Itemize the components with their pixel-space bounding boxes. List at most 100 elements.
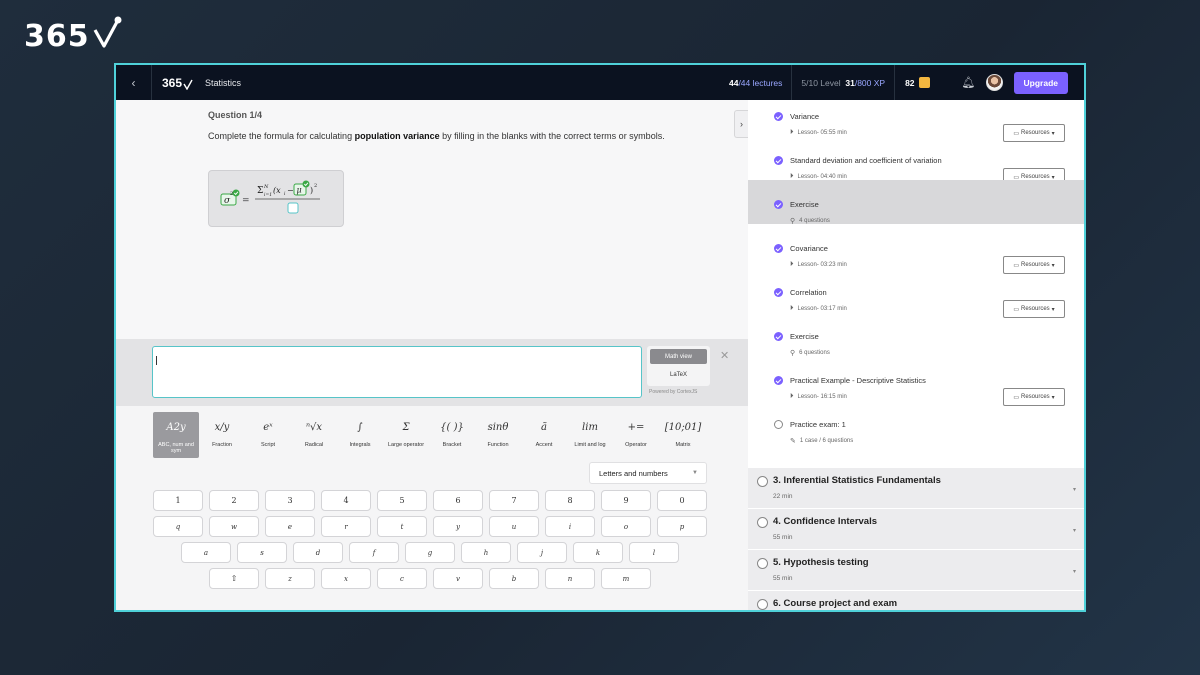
keyboard-key[interactable]: l (629, 542, 679, 563)
keyboard-key[interactable]: o (601, 516, 651, 537)
lesson-item[interactable]: Correlation ⏵ Lesson- 03:17 min ▭ Resources ▾ (748, 268, 1084, 318)
question-text-bold: population variance (354, 131, 440, 141)
keyboard-key[interactable]: z (265, 568, 315, 589)
upgrade-button[interactable]: Upgrade (1013, 71, 1068, 94)
keyboard-key[interactable]: f (349, 542, 399, 563)
completed-check-icon (774, 332, 783, 341)
keyboard-key[interactable]: k (573, 542, 623, 563)
collapse-sidebar-button[interactable]: › (734, 110, 748, 138)
chevron-down-icon: ▾ (1073, 609, 1076, 610)
keyboard-category-5[interactable]: Σ Large operator (383, 412, 429, 458)
avatar[interactable] (985, 74, 1003, 91)
keyboard-mode-select[interactable]: Letters and numbers ▼ (589, 462, 707, 484)
question-text-before: Complete the formula for calculating (208, 131, 355, 141)
keyboard-key[interactable]: q (153, 516, 203, 537)
incomplete-circle-icon (757, 599, 768, 610)
keyboard-mode-value: Letters and numbers (599, 468, 668, 478)
keyboard-key[interactable]: 6 (433, 490, 483, 511)
keyboard-category-label: Large operator (387, 442, 425, 448)
keyboard-key[interactable]: j (517, 542, 567, 563)
keyboard-key[interactable]: 2 (209, 490, 259, 511)
keyboard-key[interactable]: 8 (545, 490, 595, 511)
bell-icon[interactable]: 🔔︎ (962, 76, 976, 89)
course-section[interactable]: 5. Hypothesis testing 55 min ▾ (748, 549, 1084, 590)
keyboard-category-6[interactable]: {( )} Bracket (429, 412, 475, 458)
keyboard-key[interactable]: 5 (377, 490, 427, 511)
lesson-item[interactable]: Exercise ⚲ 4 questions (748, 180, 1084, 225)
keyboard-key[interactable]: 1 (153, 490, 203, 511)
logo-check-small-icon (183, 79, 193, 90)
keyboard-key[interactable]: p (657, 516, 707, 537)
keyboard-category-10[interactable]: += Operator (613, 412, 659, 458)
input-mode-toggle: Math view LaTeX (647, 346, 710, 386)
math-view-button[interactable]: Math view (650, 349, 707, 364)
keyboard-key[interactable]: 4 (321, 490, 371, 511)
shift-key[interactable]: ⇧ (209, 568, 259, 589)
xp-total: /800 XP (854, 77, 886, 88)
logo-check-icon (93, 16, 122, 48)
top-logo[interactable]: 365 (162, 76, 193, 90)
keyboard-key[interactable]: c (377, 568, 427, 589)
latex-button[interactable]: LaTeX (650, 367, 707, 382)
keyboard-key[interactable]: t (377, 516, 427, 537)
section-title: 3. Inferential Statistics Fundamentals (773, 475, 941, 486)
keyboard-key[interactable]: e (265, 516, 315, 537)
course-section[interactable]: 6. Course project and exam ▾ (748, 590, 1084, 610)
keyboard-key[interactable]: x (321, 568, 371, 589)
chevron-down-icon: ▾ (1072, 528, 1076, 534)
keyboard-key[interactable]: n (545, 568, 595, 589)
coins-count: 82 (905, 77, 915, 88)
keyboard-category-0[interactable]: A2y ABC, num and sym (153, 412, 199, 458)
keyboard-key[interactable]: a (181, 542, 231, 563)
lesson-item[interactable]: Variance ⏵ Lesson- 05:55 min ▭ Resources ▾ (748, 100, 1084, 142)
keyboard-category-symbol: [10;01] (664, 421, 702, 433)
keyboard-key[interactable]: m (601, 568, 651, 589)
keyboard-category-1[interactable]: x/y Fraction (199, 412, 245, 458)
lesson-item[interactable]: Practice exam: 1 ✎ 1 case / 6 questions (748, 400, 1084, 445)
keyboard-key[interactable]: g (405, 542, 455, 563)
keyboard-category-2[interactable]: eˣ Script (245, 412, 291, 458)
keyboard-category-9[interactable]: lim Limit and log (567, 412, 613, 458)
lesson-title: Practical Example - Descriptive Statisti… (790, 376, 926, 385)
brand-logo: 365 (24, 16, 122, 54)
close-icon[interactable]: ✕ (720, 349, 729, 362)
keyboard-category-8[interactable]: ã Accent (521, 412, 567, 458)
keyboard-key[interactable]: w (209, 516, 259, 537)
keyboard-key[interactable]: r (321, 516, 371, 537)
keyboard-category-7[interactable]: sinθ Function (475, 412, 521, 458)
keyboard-key[interactable]: s (237, 542, 287, 563)
keyboard-key[interactable]: b (489, 568, 539, 589)
keyboard-category-3[interactable]: ⁿ√x Radical (291, 412, 337, 458)
completed-check-icon (774, 244, 783, 253)
keyboard-key[interactable]: 3 (265, 490, 315, 511)
section-title: 4. Confidence Intervals (773, 516, 878, 527)
math-input-field[interactable] (152, 346, 642, 398)
chevron-down-icon: ▾ (1072, 487, 1076, 493)
keyboard-category-symbol: eˣ (263, 421, 273, 433)
lesson-title: Variance (790, 112, 820, 121)
math-input-strip: Math view LaTeX Powered by CortexJS ✕ (116, 339, 748, 406)
course-section[interactable]: 3. Inferential Statistics Fundamentals 22… (748, 467, 1084, 508)
keyboard-category-symbol: sinθ (487, 421, 509, 433)
keyboard-category-11[interactable]: [10;01] Matrix (660, 412, 706, 458)
keyboard-category-label: Accent (535, 442, 553, 448)
keyboard-key[interactable]: y (433, 516, 483, 537)
svg-text:σ: σ (224, 196, 231, 206)
keyboard-key[interactable]: 0 (657, 490, 707, 511)
back-button[interactable]: ‹ (116, 65, 152, 100)
keyboard-key[interactable]: v (433, 568, 483, 589)
keyboard-key[interactable]: u (489, 516, 539, 537)
lesson-item[interactable]: Standard deviation and coefficient of va… (748, 136, 1084, 186)
keyboard-key[interactable]: h (461, 542, 511, 563)
course-section[interactable]: 4. Confidence Intervals 55 min ▾ (748, 508, 1084, 549)
keyboard-key[interactable]: i (545, 516, 595, 537)
keyboard-key[interactable]: 9 (601, 490, 651, 511)
lesson-item[interactable]: Practical Example - Descriptive Statisti… (748, 356, 1084, 406)
lesson-item[interactable]: Covariance ⏵ Lesson- 03:23 min ▭ Resources ▾ (748, 224, 1084, 274)
keyboard-category-4[interactable]: ∫ Integrals (337, 412, 383, 458)
keyboard-key[interactable]: 7 (489, 490, 539, 511)
keyboard-key[interactable]: d (293, 542, 343, 563)
question-pane: Question 1/4 Complete the formula for ca… (116, 100, 748, 610)
lesson-item[interactable]: Exercise ⚲ 6 questions (748, 312, 1084, 357)
coins-counter[interactable]: 82 (895, 77, 939, 88)
